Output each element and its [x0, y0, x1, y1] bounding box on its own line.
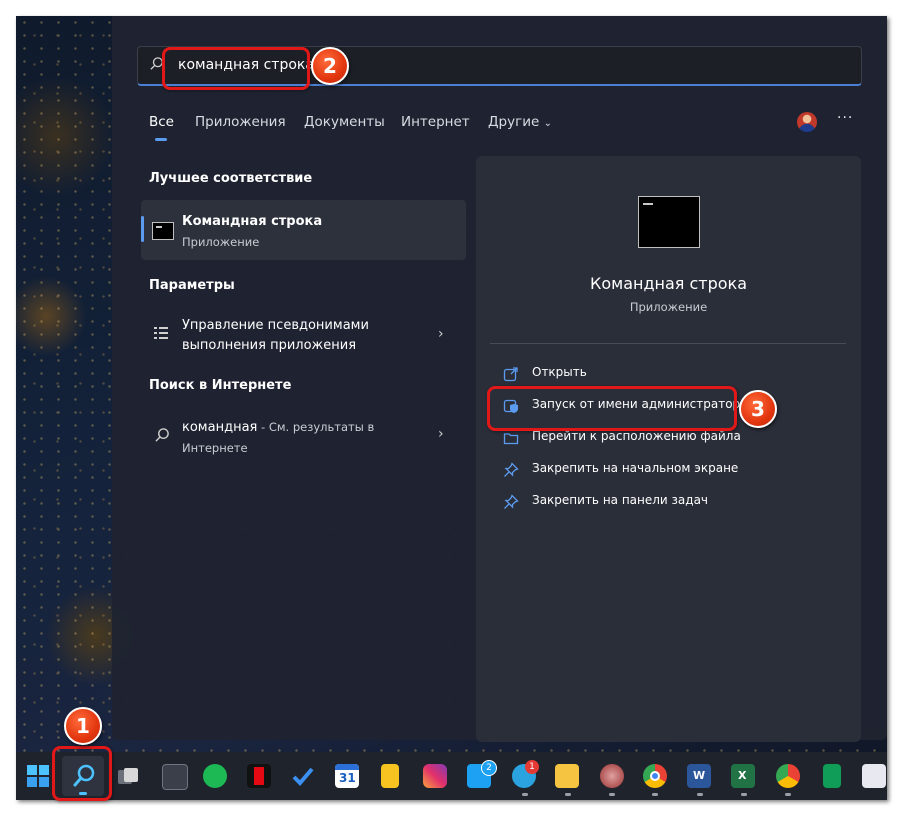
app-icon[interactable]: [600, 764, 624, 788]
highlight-search: [162, 47, 310, 90]
tab-other[interactable]: Другие ⌄: [488, 114, 552, 130]
running-indicator: [652, 793, 658, 796]
search-icon: [155, 428, 169, 442]
action-pin-start[interactable]: Закрепить на начальном экране: [503, 460, 738, 480]
step-badge-3: 3: [739, 390, 777, 428]
chevron-right-icon: ›: [438, 426, 444, 442]
excel-icon[interactable]: X: [731, 764, 755, 788]
running-indicator: [565, 793, 571, 796]
running-indicator: [697, 793, 703, 796]
divider: [490, 343, 846, 344]
word-icon[interactable]: W: [687, 764, 711, 788]
netflix-icon[interactable]: [247, 764, 271, 788]
more-options-button[interactable]: ···: [837, 110, 853, 126]
running-indicator: [522, 793, 528, 796]
best-match-title: Командная строка: [182, 214, 323, 229]
chevron-down-icon: ⌄: [543, 118, 552, 129]
start-button[interactable]: [27, 765, 49, 787]
best-match-subtitle: Приложение: [182, 235, 260, 249]
web-search-label: командная - См. результаты в Интернете: [182, 420, 375, 455]
detail-subtitle: Приложение: [629, 300, 708, 314]
list-icon: [154, 327, 168, 339]
detail-title: Командная строка: [589, 274, 748, 293]
tab-documents[interactable]: Документы: [304, 114, 385, 130]
highlight-search-button: [52, 746, 112, 801]
highlight-run-as-admin: [487, 386, 737, 431]
action-open[interactable]: Открыть: [503, 364, 703, 384]
step-badge-2: 2: [311, 47, 349, 85]
task-view-icon[interactable]: [116, 764, 140, 788]
folder-icon: [503, 433, 519, 445]
chrome-canary-icon[interactable]: [776, 764, 800, 788]
cmd-icon: [152, 222, 174, 240]
todo-icon[interactable]: [291, 764, 315, 788]
section-web: Поиск в Интернете: [149, 378, 292, 393]
selection-indicator: [141, 216, 144, 242]
instagram-icon[interactable]: [423, 764, 447, 788]
taskbar: [16, 752, 887, 800]
file-explorer-icon[interactable]: [555, 764, 579, 788]
running-indicator: [741, 793, 747, 796]
section-settings: Параметры: [149, 278, 235, 293]
tab-underline: [155, 138, 167, 141]
tab-apps[interactable]: Приложения: [195, 114, 286, 130]
cmd-app-icon: [638, 196, 700, 248]
action-pin-taskbar[interactable]: Закрепить на панели задач: [503, 492, 733, 512]
open-icon: [503, 367, 518, 382]
section-best-match: Лучшее соответствие: [149, 171, 313, 186]
twitter-notification-badge: 2: [481, 760, 497, 776]
best-match-item[interactable]: [141, 200, 466, 260]
keep-icon[interactable]: [381, 764, 399, 788]
tab-all[interactable]: Все: [149, 114, 174, 130]
spotify-icon[interactable]: [203, 764, 227, 788]
windows-icon: [27, 765, 49, 787]
action-open-file-location[interactable]: Перейти к расположению файла: [503, 428, 741, 448]
pin-icon: [504, 494, 519, 509]
chrome-icon[interactable]: [643, 764, 667, 788]
running-indicator: [785, 793, 791, 796]
checkmark-icon: [292, 767, 314, 786]
chevron-right-icon: ›: [438, 326, 444, 342]
running-indicator: [609, 793, 615, 796]
settings-item-label: Управление псевдонимами выполнения прило…: [182, 318, 369, 353]
avatar[interactable]: [797, 112, 817, 132]
snipping-tool-icon[interactable]: [862, 764, 886, 788]
pin-icon: [504, 462, 519, 477]
step-badge-1: 1: [64, 707, 102, 745]
tab-internet[interactable]: Интернет: [401, 114, 470, 130]
telegram-notification-badge: 1: [525, 760, 539, 774]
sheets-icon[interactable]: [823, 764, 841, 788]
calendar-icon[interactable]: 31: [335, 764, 359, 788]
calculator-icon[interactable]: [162, 764, 188, 790]
